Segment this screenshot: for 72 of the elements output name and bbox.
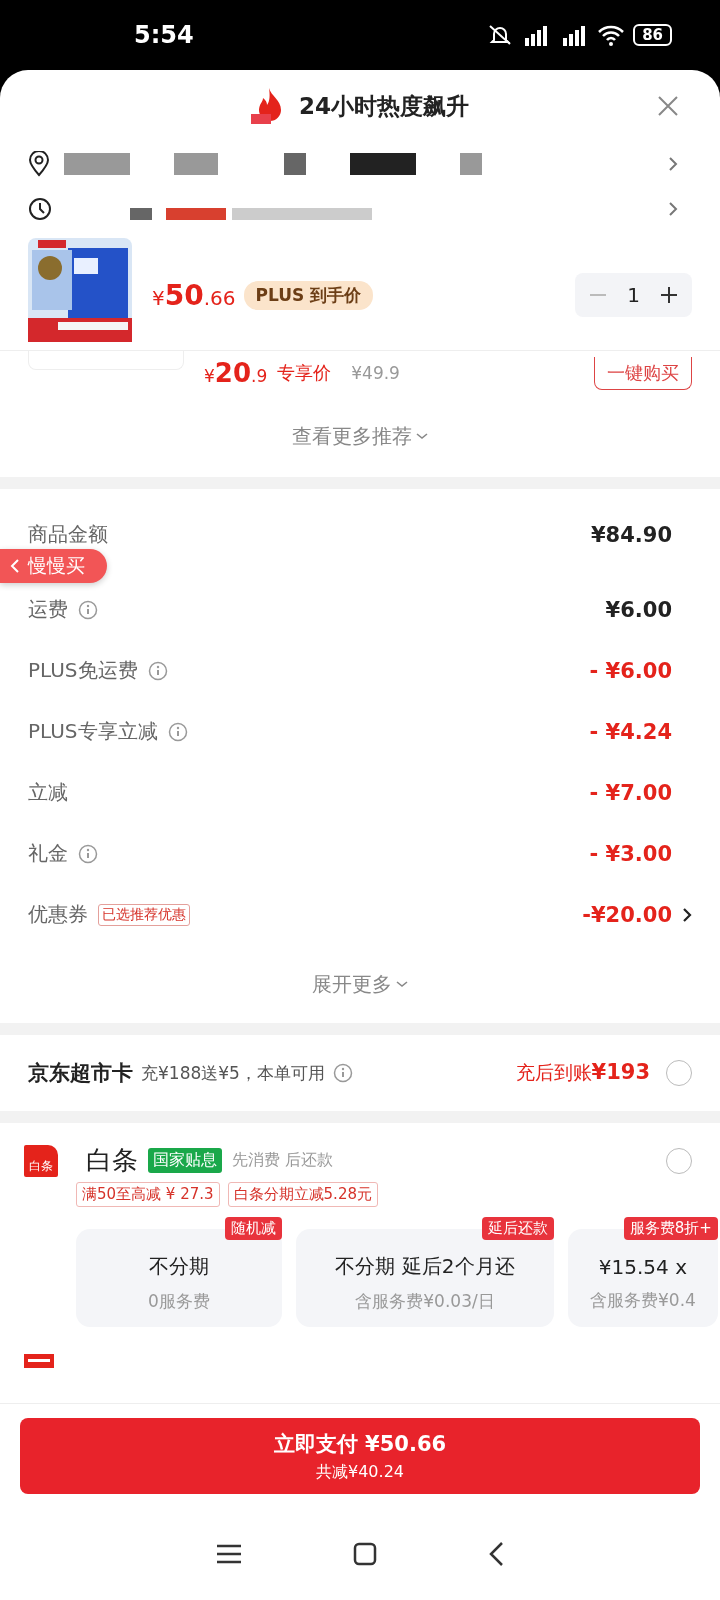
- fee-amount: - ¥3.00: [589, 841, 672, 866]
- plus-price-tag: PLUS 到手价: [243, 280, 374, 310]
- fee-amount: ¥84.90: [590, 522, 672, 547]
- battery-indicator: 86: [633, 24, 672, 46]
- card-offer: 充¥188送¥5，本单可用: [141, 1061, 325, 1085]
- recommend-price: ¥20.9: [204, 358, 268, 388]
- sheet-title: 24小时热度飙升: [299, 91, 469, 121]
- product-price: ¥50.66: [152, 278, 236, 312]
- location-pin-icon: [28, 151, 50, 177]
- fee-label: 立减: [28, 779, 68, 806]
- plus-icon[interactable]: [660, 286, 678, 304]
- chevron-left-icon: [10, 558, 20, 574]
- fee-amount: - ¥6.00: [589, 658, 672, 683]
- plan-tag: 延后还款: [482, 1217, 554, 1240]
- redaction-block: [350, 153, 416, 175]
- plan-fee: 含服务费¥0.4: [590, 1288, 696, 1312]
- one-click-buy-button[interactable]: 一键购买: [594, 356, 692, 390]
- original-price: ¥49.9: [351, 363, 401, 383]
- exclusive-price-label: 专享价: [277, 361, 332, 385]
- subsidy-badge: 国家贴息: [148, 1148, 222, 1173]
- chevron-down-icon: [396, 980, 408, 988]
- fee-label: PLUS专享立减: [28, 718, 158, 745]
- clock-icon: [28, 197, 52, 221]
- info-icon[interactable]: [78, 599, 98, 620]
- info-icon[interactable]: [147, 660, 168, 681]
- info-icon[interactable]: [78, 843, 98, 864]
- menu-icon[interactable]: [215, 1543, 242, 1565]
- baitiao-logo: 白条: [24, 1144, 58, 1177]
- redaction-block: [460, 153, 482, 175]
- plan-title: 不分期 延后2个月还: [335, 1253, 515, 1280]
- redaction-block: [284, 153, 306, 175]
- payment-note: 先消费 后还款: [232, 1150, 335, 1171]
- fee-amount: - ¥4.24: [589, 719, 672, 744]
- fee-amount: -¥20.00: [582, 902, 672, 927]
- chevron-right-icon[interactable]: [682, 906, 692, 923]
- card-icon: [24, 1354, 54, 1368]
- fee-label: 优惠券: [28, 901, 88, 928]
- close-icon[interactable]: [658, 96, 678, 116]
- fee-label: 商品金额: [28, 521, 108, 548]
- fee-label: 礼金: [28, 840, 68, 867]
- redaction-block: [130, 208, 152, 220]
- plan-tag: 随机减: [225, 1217, 282, 1240]
- card-title: 京东超市卡: [28, 1060, 133, 1087]
- expand-more-link[interactable]: 展开更多: [312, 970, 392, 998]
- plan-fee: 含服务费¥0.03/日: [355, 1290, 495, 1313]
- fee-label: PLUS免运费: [28, 657, 138, 684]
- plan-fee: 0服务费: [148, 1290, 210, 1313]
- coupon-tag: 已选推荐优惠: [98, 903, 190, 926]
- info-icon[interactable]: [167, 721, 188, 742]
- floating-tab[interactable]: 慢慢买: [0, 549, 107, 583]
- promo-tag: 白条分期立减5.28元: [227, 1182, 378, 1207]
- info-icon[interactable]: [332, 1063, 353, 1083]
- promo-tag: 满50至高减 ¥ 27.3: [76, 1182, 220, 1207]
- redaction-block: [166, 208, 226, 220]
- card-reward: 充后到账¥193: [515, 1060, 650, 1086]
- plan-title: 不分期: [149, 1253, 209, 1280]
- redaction-block: [64, 153, 130, 175]
- fee-label: 运费: [28, 596, 68, 623]
- redaction-block: [174, 153, 218, 175]
- back-icon[interactable]: [488, 1541, 505, 1567]
- home-icon[interactable]: [353, 1542, 377, 1566]
- plan-tag: 服务费8折+: [623, 1217, 718, 1240]
- quantity-value[interactable]: 1: [627, 283, 640, 307]
- clock: 5:54: [134, 21, 194, 49]
- fee-amount: ¥6.00: [605, 597, 672, 622]
- payment-name: 白条: [86, 1144, 138, 1177]
- pay-now-button[interactable]: 立即支付 ¥50.66 共减¥40.24: [20, 1418, 700, 1494]
- chevron-down-icon: [416, 432, 428, 440]
- wifi-icon: [597, 24, 626, 46]
- plan-title: ¥15.54 x: [598, 1254, 687, 1279]
- more-recommendations-link[interactable]: 查看更多推荐: [292, 422, 412, 450]
- fee-amount: - ¥7.00: [589, 780, 672, 805]
